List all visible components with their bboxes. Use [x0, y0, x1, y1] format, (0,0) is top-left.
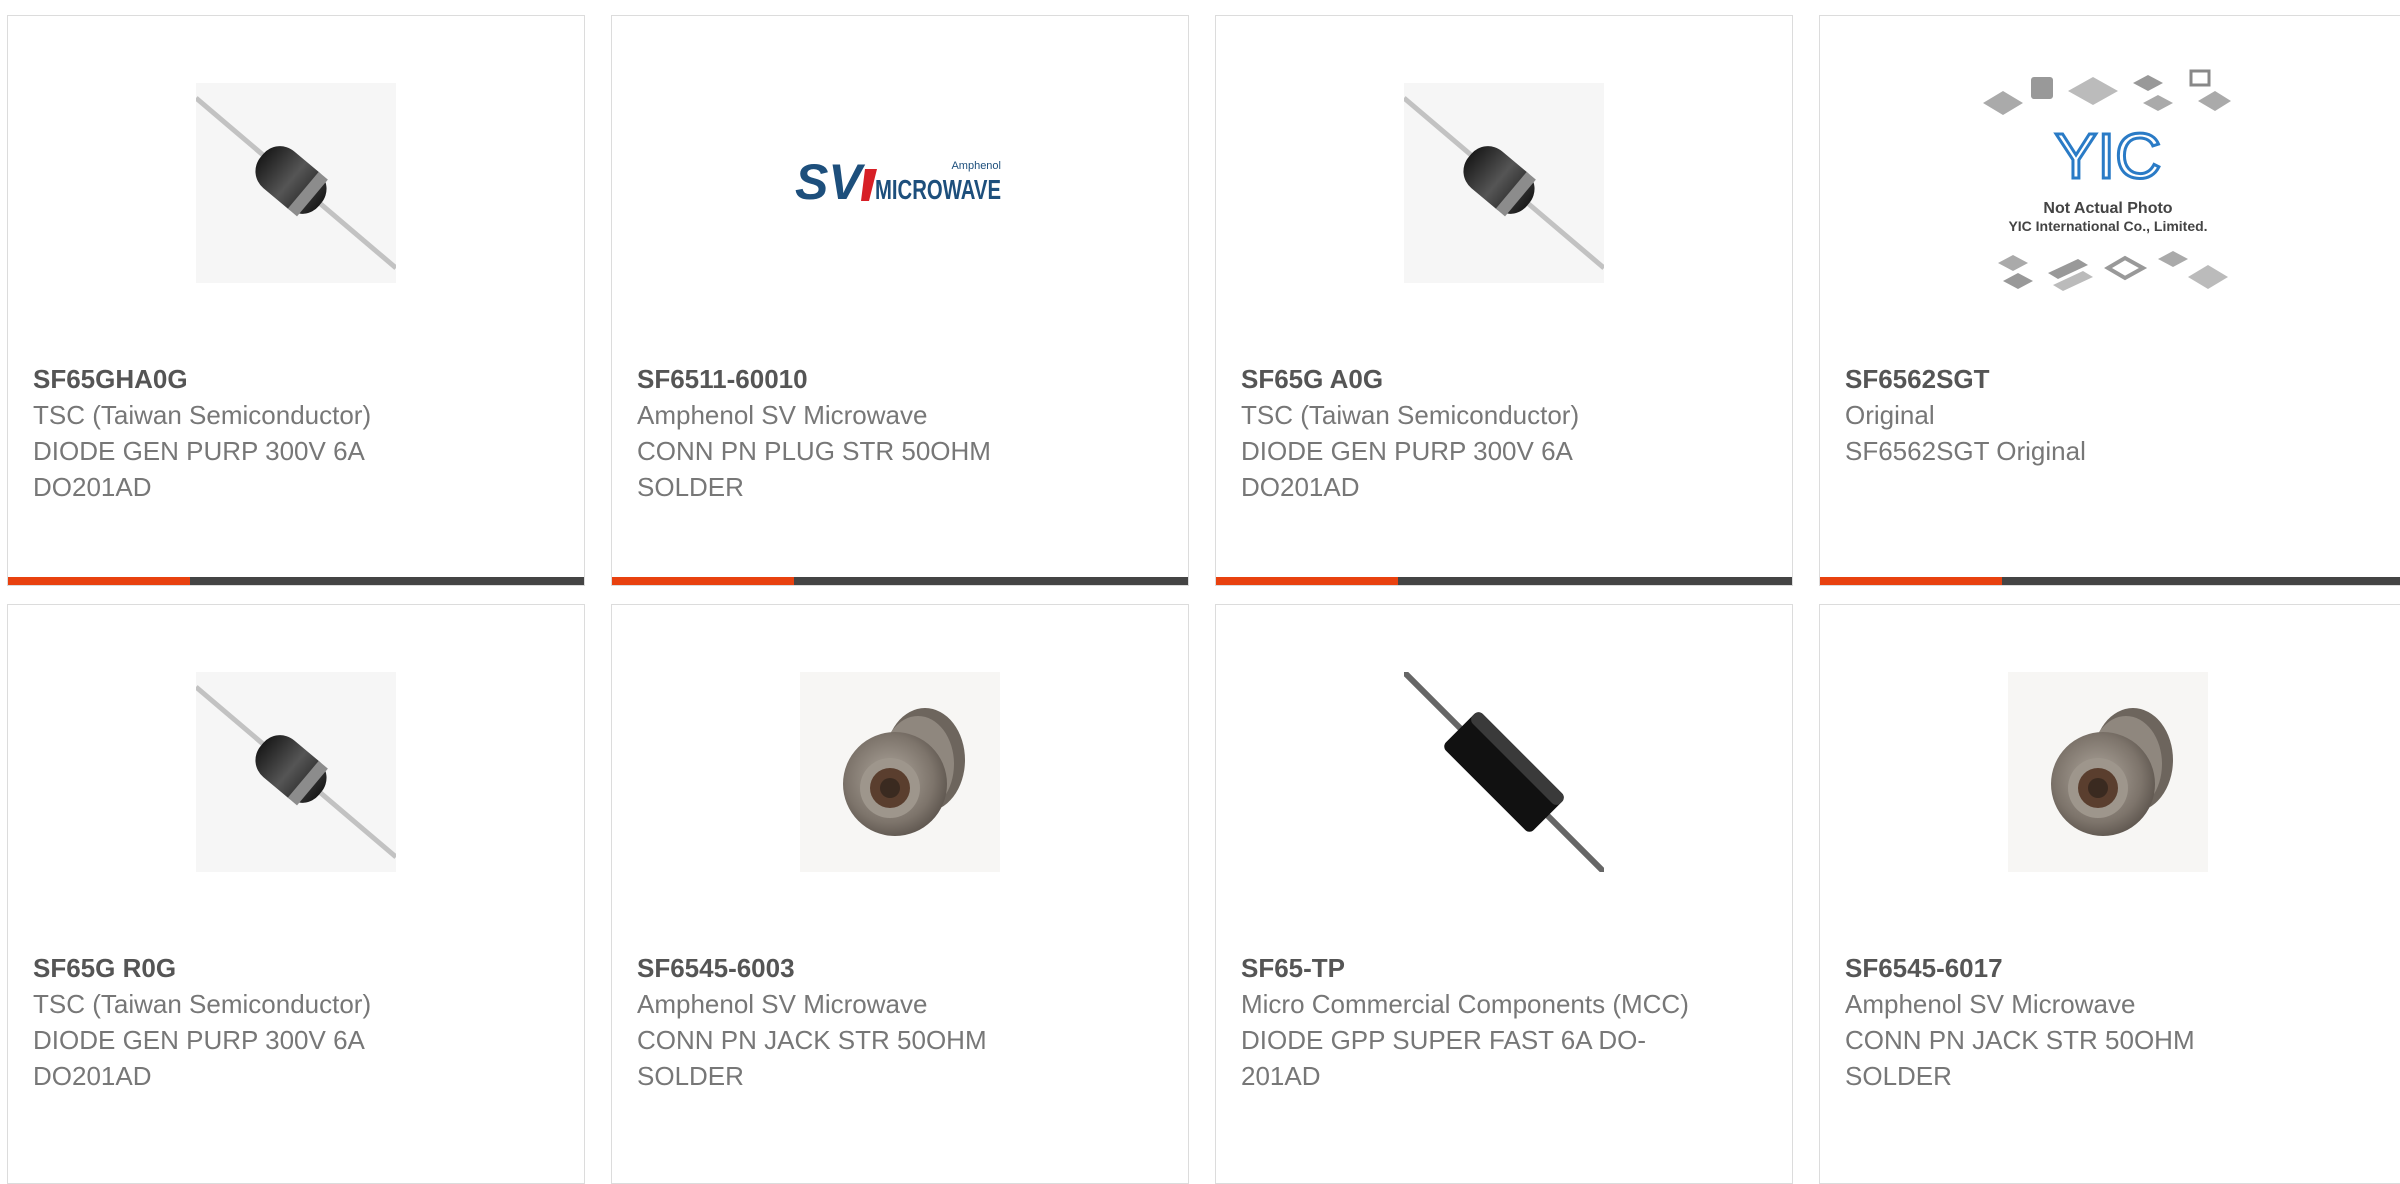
manufacturer: TSC (Taiwan Semiconductor) — [1241, 400, 1580, 430]
card-accent-bar — [1216, 577, 1792, 585]
card-accent-bar — [1820, 577, 2400, 585]
product-image[interactable] — [8, 78, 584, 288]
svg-text:Amphenol: Amphenol — [951, 160, 1001, 172]
manufacturer: Amphenol SV Microwave — [637, 400, 928, 430]
yic-placeholder-image: YIC Not Actual Photo YIC International C… — [1983, 69, 2231, 291]
part-number[interactable]: SF65-TP — [1241, 950, 1772, 986]
card-accent-bar — [8, 577, 584, 585]
black-diode-icon — [1404, 672, 1604, 872]
product-grid: SF65GHA0G TSC (Taiwan Semiconductor) DIO… — [0, 0, 2400, 1184]
svg-text:SV: SV — [795, 154, 865, 210]
manufacturer: Amphenol SV Microwave — [637, 989, 928, 1019]
product-image[interactable] — [1216, 667, 1792, 877]
svg-text:Not Actual Photo: Not Actual Photo — [2043, 200, 2172, 217]
part-number[interactable]: SF6545-6017 — [1845, 950, 2383, 986]
svg-text:YIC: YIC — [2055, 120, 2162, 192]
product-card[interactable]: SF6545-6003 Amphenol SV Microwave CONN P… — [611, 604, 1189, 1184]
manufacturer: Original — [1845, 400, 1935, 430]
svg-text:MICROWAVE: MICROWAVE — [875, 174, 1001, 205]
product-image[interactable] — [612, 667, 1188, 877]
part-number[interactable]: SF65G R0G — [33, 950, 564, 986]
part-number[interactable]: SF65G A0G — [1241, 361, 1772, 397]
product-image[interactable] — [1216, 78, 1792, 288]
product-card[interactable]: SF65-TP Micro Commercial Components (MCC… — [1215, 604, 1793, 1184]
svg-text:YIC International Co., Limited: YIC International Co., Limited. — [2008, 218, 2207, 234]
product-card[interactable]: SF65GHA0G TSC (Taiwan Semiconductor) DIO… — [7, 15, 585, 586]
manufacturer: TSC (Taiwan Semiconductor) — [33, 989, 372, 1019]
axial-diode-icon — [196, 83, 396, 283]
description: DIODE GEN PURP 300V 6A DO201AD — [33, 436, 364, 502]
product-image[interactable]: SV MICROWAVE Amphenol — [612, 78, 1188, 288]
manufacturer: Micro Commercial Components (MCC) — [1241, 989, 1689, 1019]
rf-connector-icon — [800, 672, 1000, 872]
part-number[interactable]: SF6545-6003 — [637, 950, 1168, 986]
card-accent-bar — [612, 577, 1188, 585]
sv-microwave-logo: SV MICROWAVE Amphenol — [795, 154, 1001, 210]
description: CONN PN PLUG STR 50OHM SOLDER — [637, 436, 991, 502]
product-card[interactable]: YIC Not Actual Photo YIC International C… — [1819, 15, 2400, 586]
description: DIODE GPP SUPER FAST 6A DO-201AD — [1241, 1025, 1647, 1091]
product-card[interactable]: SF65G A0G TSC (Taiwan Semiconductor) DIO… — [1215, 15, 1793, 586]
product-card[interactable]: SF6545-6017 Amphenol SV Microwave CONN P… — [1819, 604, 2400, 1184]
part-number[interactable]: SF65GHA0G — [33, 361, 564, 397]
description: DIODE GEN PURP 300V 6A DO201AD — [33, 1025, 364, 1091]
description: SF6562SGT Original — [1845, 436, 2086, 466]
rf-connector-icon — [2008, 672, 2208, 872]
manufacturer: TSC (Taiwan Semiconductor) — [33, 400, 372, 430]
product-card[interactable]: SF65G R0G TSC (Taiwan Semiconductor) DIO… — [7, 604, 585, 1184]
axial-diode-icon — [1404, 83, 1604, 283]
description: DIODE GEN PURP 300V 6A DO201AD — [1241, 436, 1572, 502]
product-image[interactable] — [8, 667, 584, 877]
part-number[interactable]: SF6562SGT — [1845, 361, 2383, 397]
axial-diode-icon — [196, 672, 396, 872]
description: CONN PN JACK STR 50OHM SOLDER — [637, 1025, 987, 1091]
product-image[interactable] — [1820, 667, 2396, 877]
product-card[interactable]: SV MICROWAVE Amphenol SF6511-60010 Amphe… — [611, 15, 1189, 586]
part-number[interactable]: SF6511-60010 — [637, 361, 1168, 397]
description: CONN PN JACK STR 50OHM SOLDER — [1845, 1025, 2195, 1091]
product-image[interactable]: YIC Not Actual Photo YIC International C… — [1820, 69, 2396, 291]
manufacturer: Amphenol SV Microwave — [1845, 989, 2136, 1019]
